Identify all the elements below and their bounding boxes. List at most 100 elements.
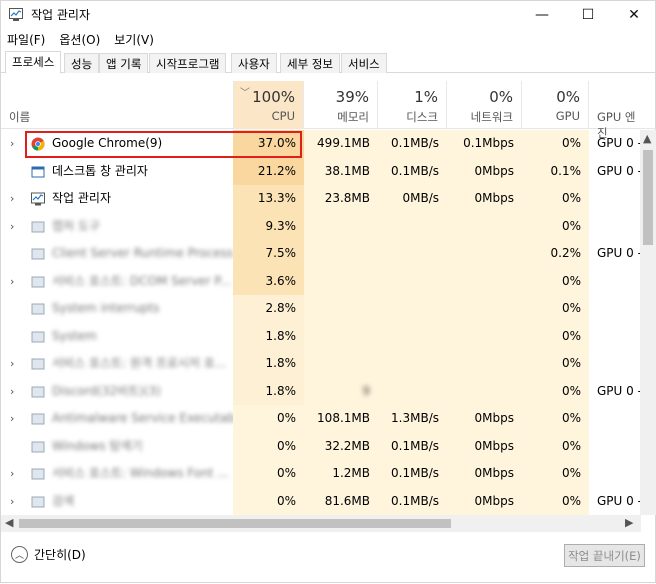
gpu-value-text: 0% bbox=[561, 191, 581, 205]
network-value bbox=[447, 240, 522, 268]
column-name[interactable]: 이름 bbox=[9, 109, 30, 125]
network-value-text: 0Mbps bbox=[474, 411, 514, 425]
process-name-cell: System interrupts bbox=[1, 295, 233, 323]
process-row[interactable]: › 서비스 호스트: DCOM Server P... 3.6% 0% bbox=[1, 267, 641, 296]
process-row[interactable]: › 검색 0% 81.6MB 0.1MB/s 0Mbps 0% GPU 0 - bbox=[1, 487, 641, 516]
process-row[interactable]: › 서비스 호스트: Windows Font ... 0% 1.2MB 0.1MB/s… bbox=[1, 460, 641, 488]
network-value-text: 0Mbps bbox=[474, 438, 514, 453]
memory-value: 108.1MB bbox=[304, 405, 378, 433]
gpu-value-text: 0% bbox=[561, 273, 581, 288]
process-row[interactable]: 데스크톱 창 관리자 21.2% 38.1MB 0.1MB/s 0Mbps 0.1% GPU… bbox=[1, 157, 641, 185]
vertical-scroll-thumb[interactable] bbox=[643, 150, 653, 245]
expand-chevron-icon[interactable]: › bbox=[10, 350, 14, 378]
process-row[interactable]: Windows 탐색기 0% 32.2MB 0.1MB/s 0Mbps 0% bbox=[1, 432, 641, 460]
gpu-engine-value-text: GPU 0 - bbox=[597, 163, 641, 178]
process-row[interactable]: System interrupts 2.8% 0% bbox=[1, 295, 641, 323]
process-row[interactable]: › 작업 관리자 13.3% 23.8MB 0MB/s 0Mbps 0% bbox=[1, 185, 641, 213]
gpu-value-text: 0% bbox=[561, 493, 581, 508]
expand-chevron-icon[interactable]: › bbox=[10, 460, 14, 488]
cpu-value: 0% bbox=[233, 405, 304, 433]
gpu-engine-value-text: GPU 0 - bbox=[597, 136, 641, 150]
menu-view[interactable]: 보기(V) bbox=[114, 31, 154, 48]
column-network[interactable]: 0% 네트워크 bbox=[447, 81, 522, 129]
tab-details[interactable]: 세부 정보 bbox=[280, 53, 340, 73]
gpu-engine-value bbox=[589, 350, 641, 378]
disk-value bbox=[378, 322, 447, 350]
process-name: 데스크톱 창 관리자 bbox=[52, 163, 148, 178]
gpu-value-text: 0% bbox=[561, 301, 581, 315]
tab-app-history[interactable]: 앱 기록 bbox=[99, 53, 149, 73]
disk-value bbox=[378, 240, 447, 268]
memory-value: 9 bbox=[304, 377, 378, 405]
network-label: 네트워크 bbox=[470, 110, 513, 124]
sort-chevron-icon: ﹀ bbox=[240, 88, 250, 99]
fewer-details-button[interactable]: ︿ 간단히(D) bbox=[11, 546, 86, 563]
expand-chevron-icon[interactable]: › bbox=[10, 488, 14, 516]
column-gpu-engine[interactable]: GPU 엔진 bbox=[589, 81, 641, 140]
cpu-value: 2.8% bbox=[233, 295, 304, 323]
horizontal-scroll-thumb[interactable] bbox=[19, 519, 451, 528]
process-row[interactable]: Client Server Runtime Process 7.5% 0.2% GPU… bbox=[1, 240, 641, 268]
network-value: 0Mbps bbox=[447, 487, 522, 515]
memory-value: 1.2MB bbox=[304, 460, 378, 488]
gpu-value: 0.2% bbox=[522, 240, 589, 268]
gpu-engine-value-text: GPU 0 - bbox=[597, 493, 641, 508]
expand-chevron-icon[interactable]: › bbox=[10, 130, 14, 158]
column-cpu[interactable]: ﹀ 100% CPU bbox=[233, 81, 304, 129]
maximize-button[interactable]: ☐ bbox=[565, 1, 611, 28]
cpu-value-text: 21.2% bbox=[257, 163, 296, 178]
system-icon bbox=[31, 303, 45, 315]
cpu-value: 1.8% bbox=[233, 377, 304, 405]
gpu-value: 0% bbox=[522, 267, 589, 295]
network-value: 0Mbps bbox=[447, 157, 522, 185]
process-row[interactable]: › Antimalware Service Executable 0% 108.1MB… bbox=[1, 405, 641, 433]
tab-startup[interactable]: 시작프로그램 bbox=[149, 53, 227, 73]
cpu-value-text: 1.8% bbox=[265, 356, 297, 370]
tab-performance[interactable]: 성능 bbox=[64, 53, 100, 73]
cpu-value-text: 0% bbox=[276, 438, 296, 453]
cpu-value-text: 9.3% bbox=[265, 218, 297, 233]
gpu-engine-value bbox=[589, 213, 641, 241]
gpu-value-text: 0% bbox=[561, 328, 581, 343]
menu-options[interactable]: 옵션(O) bbox=[59, 31, 100, 48]
process-row[interactable]: › Discord(32비트)(3) 1.8% 9 0% GPU 0 - bbox=[1, 377, 641, 406]
tab-processes[interactable]: 프로세스 bbox=[5, 51, 62, 74]
menu-bar: 파일(F) 옵션(O) 보기(V) bbox=[1, 28, 656, 50]
tab-users[interactable]: 사용자 bbox=[231, 53, 277, 73]
scroll-up-icon[interactable]: ▲ bbox=[643, 132, 651, 145]
column-gpu[interactable]: 0% GPU bbox=[522, 81, 589, 129]
expand-chevron-icon[interactable]: › bbox=[10, 405, 14, 433]
process-name-cell: › Discord(32비트)(3) bbox=[1, 378, 233, 406]
column-memory[interactable]: 39% 메모리 bbox=[304, 81, 378, 129]
end-task-button[interactable]: 작업 끝내기(E) bbox=[564, 544, 645, 567]
close-button[interactable]: ✕ bbox=[611, 1, 656, 28]
gpu-value-text: 0% bbox=[561, 466, 581, 480]
gear-icon bbox=[31, 276, 45, 287]
cpu-value-text: 3.6% bbox=[265, 273, 297, 288]
gpu-label: GPU bbox=[555, 109, 580, 123]
expand-chevron-icon[interactable]: › bbox=[10, 268, 14, 296]
network-value: 0Mbps bbox=[447, 460, 522, 488]
minimize-button[interactable]: — bbox=[519, 1, 565, 28]
expand-chevron-icon[interactable]: › bbox=[10, 185, 14, 213]
cpu-value-text: 0% bbox=[276, 466, 296, 480]
process-row[interactable]: › 서비스 호스트: 원격 프로시저 호... 1.8% 0% bbox=[1, 350, 641, 378]
column-disk[interactable]: 1% 디스크 bbox=[378, 81, 447, 129]
process-name-cell: › 서비스 호스트: DCOM Server P... bbox=[1, 268, 233, 296]
gpu-value-text: 0% bbox=[561, 438, 581, 453]
vertical-scrollbar[interactable]: ▲ bbox=[640, 130, 656, 515]
disk-value-text: 1.3MB/s bbox=[391, 411, 439, 425]
expand-chevron-icon[interactable]: › bbox=[10, 378, 14, 406]
disk-value-text: 0.1MB/s bbox=[391, 163, 439, 178]
process-row[interactable]: › 캡처 도구 9.3% 0% bbox=[1, 212, 641, 241]
process-row[interactable]: System 1.8% 0% bbox=[1, 322, 641, 350]
memory-value-text: 81.6MB bbox=[324, 493, 370, 508]
scroll-right-icon[interactable]: ▶ bbox=[625, 516, 633, 529]
tab-services[interactable]: 서비스 bbox=[341, 53, 387, 73]
cpu-value: 0% bbox=[233, 460, 304, 488]
menu-file[interactable]: 파일(F) bbox=[7, 31, 45, 48]
disk-value-text: 0MB/s bbox=[402, 191, 439, 205]
horizontal-scrollbar[interactable]: ◀ ▶ bbox=[1, 515, 641, 532]
expand-chevron-icon[interactable]: › bbox=[10, 213, 14, 241]
scroll-left-icon[interactable]: ◀ bbox=[5, 516, 13, 529]
